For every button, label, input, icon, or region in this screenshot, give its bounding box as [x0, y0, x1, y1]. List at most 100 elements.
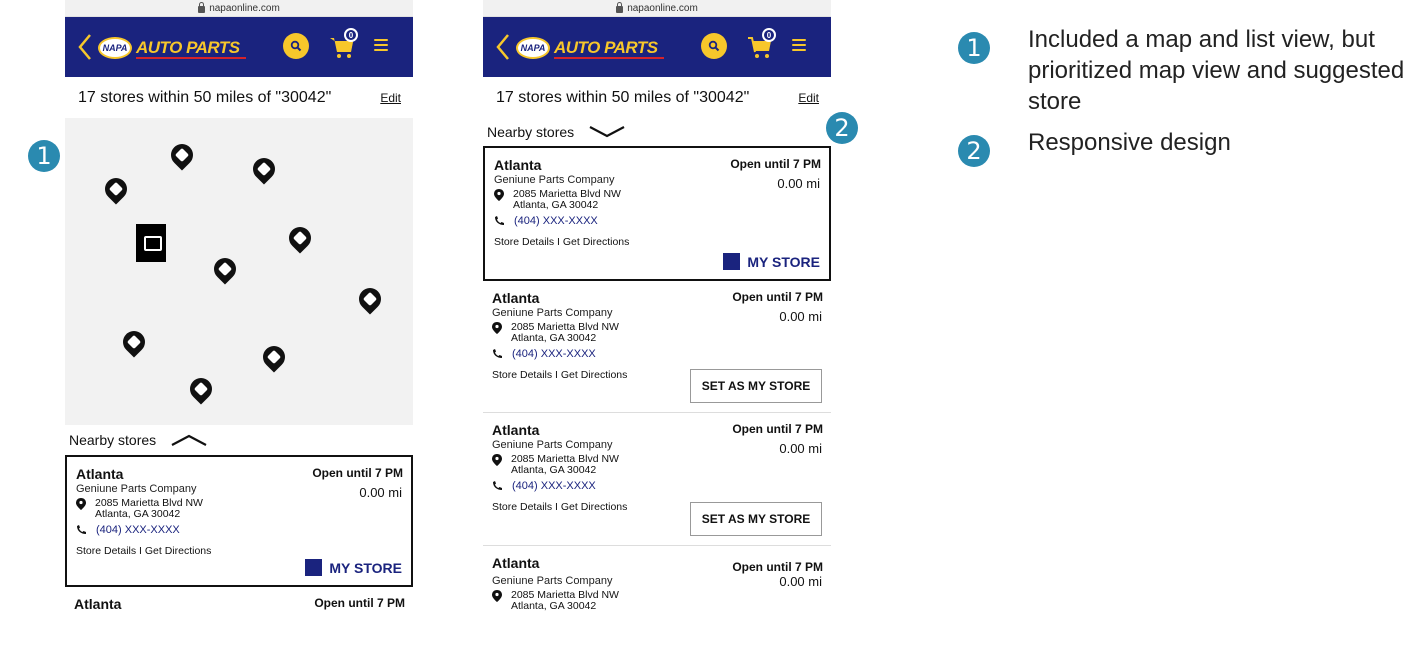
edit-link[interactable]: Edit — [798, 91, 819, 105]
store-address-line2: Atlanta, GA 30042 — [511, 600, 597, 612]
store-phone[interactable]: (404) XXX-XXXX — [512, 480, 596, 492]
logo-text: AUTO PARTS — [554, 38, 658, 57]
lock-icon — [198, 1, 206, 13]
store-city: Atlanta — [494, 157, 542, 173]
search-icon — [708, 40, 720, 52]
phone-icon — [495, 216, 504, 225]
store-distance: 0.00 mi — [779, 309, 822, 324]
store-company: Geniune Parts Company — [492, 307, 613, 319]
caret-up-icon — [171, 434, 207, 446]
my-store-label: MY STORE — [747, 253, 820, 270]
my-store-label: MY STORE — [329, 559, 402, 576]
store-phone[interactable]: (404) XXX-XXXX — [512, 348, 596, 360]
map-pin-icon — [76, 498, 86, 510]
url-text: napaonline.com — [627, 2, 698, 14]
cart-button[interactable]: 0 — [327, 28, 358, 60]
set-as-my-store-button[interactable]: SET AS MY STORE — [690, 502, 822, 536]
selected-store-pin-icon[interactable] — [136, 224, 166, 262]
back-chevron-icon[interactable] — [77, 33, 93, 61]
nearby-stores-toggle[interactable]: Nearby stores — [65, 425, 413, 455]
store-pin-icon[interactable] — [354, 283, 386, 315]
phone-icon — [493, 481, 502, 490]
store-phone[interactable]: (404) XXX-XXXX — [514, 215, 598, 227]
store-company: Geniune Parts Company — [494, 174, 615, 186]
store-address-line2: Atlanta, GA 30042 — [511, 332, 597, 344]
store-pin-icon[interactable] — [166, 139, 198, 171]
map-pin-icon — [494, 189, 504, 201]
map-pin-icon — [492, 590, 502, 602]
store-card[interactable]: Atlanta Open until 7 PM — [65, 587, 413, 622]
store-city: Atlanta — [492, 290, 540, 306]
store-links[interactable]: Store Details I Get Directions — [76, 545, 403, 557]
nearby-stores-toggle[interactable]: Nearby stores — [483, 118, 831, 146]
back-chevron-icon[interactable] — [495, 33, 511, 61]
edit-link[interactable]: Edit — [380, 91, 401, 105]
store-pin-icon[interactable] — [209, 253, 241, 285]
store-card[interactable]: Atlanta Open until 7 PM Geniune Parts Co… — [483, 546, 831, 622]
phone-icon — [77, 525, 86, 534]
store-distance: 0.00 mi — [779, 574, 822, 589]
phone-mockup-map-view: napaonline.com NAPA AUTO PARTS 0 17 stor… — [65, 0, 413, 625]
phone-mockup-list-view: napaonline.com NAPA AUTO PARTS 0 17 stor… — [483, 0, 831, 625]
search-button[interactable] — [283, 33, 309, 59]
store-pin-icon[interactable] — [258, 341, 290, 373]
logo-text: AUTO PARTS — [136, 38, 240, 57]
store-card[interactable]: Atlanta Open until 7 PM Geniune Parts Co… — [483, 413, 831, 546]
results-summary: 17 stores within 50 miles of "30042" Edi… — [65, 77, 413, 118]
store-card[interactable]: Atlanta Open until 7 PM Geniune Parts Co… — [483, 281, 831, 413]
cart-count-badge: 0 — [344, 28, 358, 42]
note-item: 1 Included a map and list view, but prio… — [958, 24, 1408, 117]
lock-icon — [616, 1, 624, 13]
store-hours: Open until 7 PM — [732, 560, 823, 574]
store-pin-icon[interactable] — [118, 326, 150, 358]
store-hours: Open until 7 PM — [312, 466, 403, 480]
store-links[interactable]: Store Details I Get Directions — [494, 236, 821, 248]
store-phone[interactable]: (404) XXX-XXXX — [96, 524, 180, 536]
cart-button[interactable]: 0 — [745, 28, 776, 60]
my-store-indicator[interactable]: MY STORE — [723, 253, 820, 270]
url-bar[interactable]: napaonline.com — [65, 0, 413, 17]
search-icon — [290, 40, 302, 52]
map-pin-icon — [492, 322, 502, 334]
caret-down-icon — [589, 126, 625, 138]
napa-logo[interactable]: NAPA AUTO PARTS — [516, 37, 666, 59]
annotation-marker-1: 1 — [28, 140, 60, 172]
site-header: NAPA AUTO PARTS 0 — [483, 17, 831, 77]
store-pin-icon[interactable] — [248, 153, 280, 185]
store-hours: Open until 7 PM — [730, 157, 821, 171]
store-city: Atlanta — [492, 555, 540, 571]
store-distance: 0.00 mi — [359, 485, 402, 500]
store-distance: 0.00 mi — [777, 176, 820, 191]
store-map[interactable] — [65, 118, 413, 425]
store-pin-icon[interactable] — [185, 373, 217, 405]
my-store-checkbox — [723, 253, 741, 270]
results-summary: 17 stores within 50 miles of "30042" Edi… — [483, 77, 831, 118]
store-hours: Open until 7 PM — [732, 422, 823, 436]
logo-badge: NAPA — [98, 37, 132, 59]
store-card[interactable]: Atlanta Open until 7 PM Geniune Parts Co… — [65, 455, 413, 587]
store-pin-icon[interactable] — [100, 173, 132, 205]
napa-logo[interactable]: NAPA AUTO PARTS — [98, 37, 248, 59]
note-text: Responsive design — [1028, 129, 1231, 156]
store-hours: Open until 7 PM — [732, 290, 823, 304]
nearby-label: Nearby stores — [487, 124, 575, 140]
logo-underline — [554, 57, 664, 59]
my-store-indicator[interactable]: MY STORE — [305, 559, 402, 576]
note-item: 2 Responsive design — [958, 127, 1408, 167]
store-address-line2: Atlanta, GA 30042 — [513, 199, 599, 211]
note-number: 1 — [958, 32, 990, 64]
cart-count-badge: 0 — [762, 28, 776, 42]
menu-icon[interactable] — [374, 39, 388, 51]
search-button[interactable] — [701, 33, 727, 59]
store-city: Atlanta — [74, 596, 122, 612]
url-text: napaonline.com — [209, 2, 280, 14]
store-distance: 0.00 mi — [779, 441, 822, 456]
menu-icon[interactable] — [792, 39, 806, 51]
logo-underline — [136, 57, 246, 59]
store-pin-icon[interactable] — [284, 222, 316, 254]
store-card[interactable]: Atlanta Open until 7 PM Geniune Parts Co… — [483, 146, 831, 281]
note-text: Included a map and list view, but priori… — [1028, 26, 1405, 115]
url-bar[interactable]: napaonline.com — [483, 0, 831, 17]
store-city: Atlanta — [492, 422, 540, 438]
set-as-my-store-button[interactable]: SET AS MY STORE — [690, 369, 822, 403]
